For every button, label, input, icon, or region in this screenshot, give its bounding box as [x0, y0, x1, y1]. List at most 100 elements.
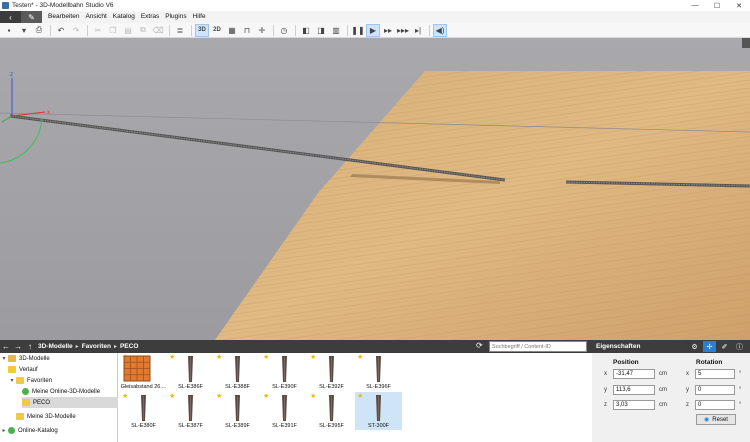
edit-tab-button[interactable]: ✎: [21, 11, 42, 23]
favorite-star-icon[interactable]: ★: [263, 353, 269, 361]
tree-item-favoriten[interactable]: ▾ Favoriten: [0, 375, 118, 386]
model-tile[interactable]: ★ SL-E396F: [355, 353, 402, 391]
layers-icon[interactable]: ▥: [329, 24, 343, 37]
duplicate-icon[interactable]: ⧉: [136, 24, 150, 37]
delete-icon[interactable]: ⌫: [151, 24, 165, 37]
tree-item-verlauf[interactable]: Verlauf: [8, 364, 118, 375]
close-button[interactable]: ✕: [728, 0, 750, 11]
favorite-star-icon[interactable]: ★: [357, 353, 363, 361]
skip-end-icon[interactable]: ▸|: [411, 24, 425, 37]
reset-button[interactable]: ◉ Reset: [696, 414, 736, 425]
menu-katalog[interactable]: Katalog: [110, 11, 138, 23]
model-tile[interactable]: ★ SL-E390F: [261, 353, 308, 391]
reset-label: Reset: [712, 416, 728, 423]
position-x-input[interactable]: -31,47: [613, 369, 655, 379]
print-icon[interactable]: ⎙: [32, 24, 46, 37]
favorite-star-icon[interactable]: ★: [122, 392, 128, 400]
position-y-input[interactable]: 113,6: [613, 385, 655, 395]
back-tab-button[interactable]: ‹: [0, 11, 21, 23]
model-tile[interactable]: ★ SL-E389F: [214, 392, 261, 430]
scene-canvas[interactable]: z x: [0, 38, 750, 340]
up-arrow-icon[interactable]: ↑: [24, 342, 36, 351]
rotation-x-input[interactable]: 5: [695, 369, 735, 379]
panel-left-icon[interactable]: ◧: [299, 24, 313, 37]
pause-icon[interactable]: ❚❚: [351, 24, 365, 37]
dropdown-icon[interactable]: ▾: [17, 24, 31, 37]
tree-item-peco[interactable]: PECO: [22, 397, 118, 408]
breadcrumb-3d-modelle[interactable]: 3D-Modelle: [38, 343, 73, 350]
tree-item-meine-online-3d-modelle[interactable]: Meine Online-3D-Modelle: [22, 386, 118, 397]
redo-icon[interactable]: ↷: [69, 24, 83, 37]
back-arrow-icon[interactable]: ←: [0, 342, 12, 351]
favorite-star-icon[interactable]: ★: [310, 353, 316, 361]
model-tile[interactable]: ★ SL-E386F: [167, 353, 214, 391]
menu-ansicht[interactable]: Ansicht: [82, 11, 109, 23]
viewport-corner-button[interactable]: [742, 38, 750, 48]
menu-hilfe[interactable]: Hilfe: [190, 11, 209, 23]
brush-icon[interactable]: ✐: [718, 341, 731, 352]
rotation-z-input[interactable]: 0: [695, 400, 735, 410]
info-icon[interactable]: ⓘ: [733, 341, 746, 352]
clock-icon[interactable]: ◷: [277, 24, 291, 37]
save-icon[interactable]: ▪: [2, 24, 16, 37]
fast-forward-icon[interactable]: ▸▸: [381, 24, 395, 37]
lock-icon[interactable]: ⊓: [240, 24, 254, 37]
model-tile[interactable]: ★ SL-E391F: [261, 392, 308, 430]
model-tile[interactable]: ★Gleisabstand 26....: [120, 353, 167, 391]
favorite-star-icon[interactable]: ★: [169, 353, 175, 361]
faster-icon[interactable]: ▸▸▸: [396, 24, 410, 37]
chevron-down-icon[interactable]: ▾: [8, 377, 16, 384]
gear-icon[interactable]: ⚙: [688, 341, 701, 352]
favorite-star-icon[interactable]: ★: [216, 392, 222, 400]
favorite-star-icon[interactable]: ★: [216, 353, 222, 361]
paste-icon[interactable]: ▤: [121, 24, 135, 37]
breadcrumb-peco[interactable]: PECO: [120, 343, 138, 350]
chevron-right-icon[interactable]: ▸: [0, 427, 8, 434]
model-tile[interactable]: ★ SL-E388F: [214, 353, 261, 391]
view-2d-button[interactable]: 2D: [210, 24, 224, 37]
rotation-y-input[interactable]: 0: [695, 385, 735, 395]
breadcrumb-favoriten[interactable]: Favoriten: [82, 343, 111, 350]
model-tile[interactable]: ★ SL-E395F: [308, 392, 355, 430]
tree-item-online-katalog[interactable]: ▸ Online-Katalog: [0, 425, 118, 436]
grid-icon[interactable]: ▦: [225, 24, 239, 37]
forward-arrow-icon[interactable]: →: [12, 342, 24, 351]
toolbar-divider: [169, 24, 170, 36]
model-tile[interactable]: ★ ST-300F: [355, 392, 402, 430]
model-tile[interactable]: ★ SL-E387F: [167, 392, 214, 430]
sound-icon[interactable]: ◀): [433, 23, 447, 37]
play-icon[interactable]: ▶: [366, 23, 380, 37]
menu-bearbeiten[interactable]: Bearbeiten: [45, 11, 82, 23]
tree-label: 3D-Modelle: [19, 355, 50, 362]
chevron-down-icon[interactable]: ▾: [0, 355, 8, 362]
favorite-star-icon[interactable]: ★: [357, 392, 363, 400]
view-3d-button[interactable]: 3D: [195, 23, 209, 37]
folder-tree: ▾ 3D-Modelle Verlauf ▾ Favoriten Meine O…: [0, 353, 118, 442]
model-tile[interactable]: ★ SL-E392F: [308, 353, 355, 391]
undo-icon[interactable]: ↶: [54, 24, 68, 37]
favorite-star-icon[interactable]: ★: [310, 392, 316, 400]
track-piece-icon: [188, 395, 193, 421]
refresh-icon[interactable]: ⟳: [476, 341, 483, 350]
favorite-star-icon[interactable]: ★: [263, 392, 269, 400]
favorite-star-icon[interactable]: ★: [169, 392, 175, 400]
3d-viewport[interactable]: z x: [0, 38, 750, 340]
track-gauge-icon: [123, 355, 151, 382]
position-z-input[interactable]: 3,03: [613, 400, 655, 410]
model-tile-label: SL-E395F: [319, 423, 344, 429]
tree-item-meine-3d-modelle[interactable]: Meine 3D-Modelle: [16, 411, 118, 422]
model-tile[interactable]: ★ SL-E380F: [120, 392, 167, 430]
chevron-left-icon: ‹: [9, 12, 12, 22]
maximize-button[interactable]: ☐: [706, 0, 728, 11]
list-icon[interactable]: ≣: [173, 24, 187, 37]
tree-item-3d-modelle[interactable]: ▾ 3D-Modelle: [0, 353, 118, 364]
menu-extras[interactable]: Extras: [138, 11, 162, 23]
panel-right-icon[interactable]: ◨: [314, 24, 328, 37]
transform-icon[interactable]: ✢: [703, 341, 716, 352]
search-input[interactable]: [489, 341, 587, 352]
cut-icon[interactable]: ✂: [91, 24, 105, 37]
minimize-button[interactable]: —: [684, 0, 706, 11]
copy-icon[interactable]: ❐: [106, 24, 120, 37]
crosshair-icon[interactable]: ✛: [255, 24, 269, 37]
menu-plugins[interactable]: Plugins: [162, 11, 189, 23]
